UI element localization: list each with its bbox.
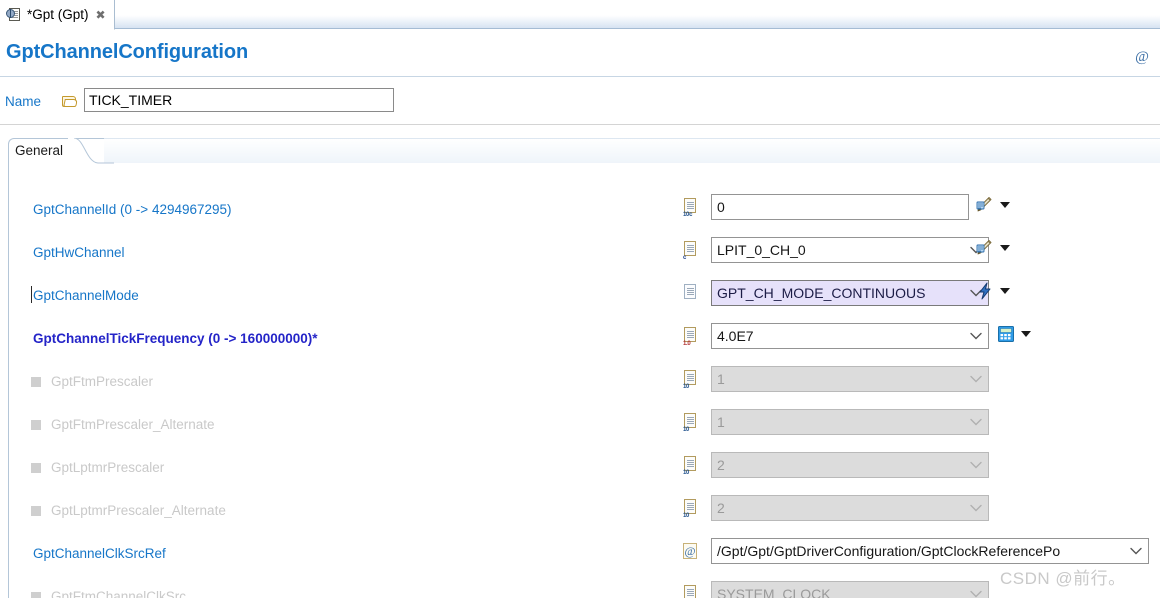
tab-general-label: General <box>15 143 63 158</box>
disabled-marker-icon <box>31 592 41 598</box>
property-value: 2 <box>712 457 964 473</box>
doc-integer-icon: 10 <box>682 499 699 518</box>
property-value: 1 <box>712 371 964 387</box>
doc-integer-icon: 10 <box>682 413 699 432</box>
property-value: /Gpt/Gpt/GptDriverConfiguration/GptClock… <box>712 543 1124 559</box>
property-field: 1 <box>711 366 989 392</box>
editor-tabbar: *Gpt (Gpt) ✖ <box>0 0 1160 30</box>
name-row: Name <box>0 86 1160 124</box>
doc-integer-icon: 10 <box>682 370 699 389</box>
property-row: GptHwChannel c LPIT_0_CH_0 <box>9 232 1160 275</box>
dropdown-arrow-icon[interactable] <box>1000 245 1010 251</box>
row-action-group <box>997 325 1037 345</box>
doc-integer-icon: 10 <box>682 585 699 598</box>
chevron-down-icon <box>964 410 988 434</box>
property-label: GptFtmPrescaler <box>51 373 153 391</box>
property-value: GPT_CH_MODE_CONTINUOUS <box>712 285 964 301</box>
doc-reference-icon: @ <box>682 542 699 561</box>
chevron-down-icon[interactable] <box>964 324 988 348</box>
property-field[interactable]: LPIT_0_CH_0 <box>711 237 989 263</box>
chevron-down-icon[interactable] <box>1124 539 1148 563</box>
property-field[interactable]: 0 <box>711 194 969 220</box>
chevron-down-icon <box>964 496 988 520</box>
property-label[interactable]: GptHwChannel <box>33 244 125 262</box>
chevron-down-icon <box>964 453 988 477</box>
property-row: GptChannelMode GPT_CH_MODE_CONTINUOUS <box>9 275 1160 318</box>
property-value: LPIT_0_CH_0 <box>712 242 964 258</box>
pencil-wand-icon[interactable] <box>976 196 996 215</box>
property-label[interactable]: GptChannelClkSrcRef <box>33 545 166 563</box>
name-label: Name <box>5 94 41 109</box>
property-field: SYSTEM_CLOCK <box>711 581 989 598</box>
property-row: GptChannelId (0 -> 4294967295) 10c 0 <box>9 189 1160 232</box>
property-label[interactable]: GptChannelMode <box>33 287 139 305</box>
property-label: GptFtmChannelClkSrc <box>51 588 186 598</box>
property-row: GptFtmChannelClkSrc 10 SYSTEM_CLOCK <box>9 576 1160 598</box>
property-value: 0 <box>712 199 968 215</box>
disabled-marker-icon <box>31 377 41 387</box>
close-icon[interactable]: ✖ <box>96 9 106 21</box>
name-input[interactable] <box>84 88 394 112</box>
tab-general-slope <box>68 138 114 164</box>
disabled-marker-icon <box>31 506 41 516</box>
folder-icon[interactable] <box>62 95 78 108</box>
dropdown-arrow-icon[interactable] <box>1000 288 1010 294</box>
doc-integer-icon: 10 <box>682 456 699 475</box>
section-body: GptChannelId (0 -> 4294967295)10c0GptHwC… <box>8 163 1160 598</box>
property-field: 2 <box>711 452 989 478</box>
header-divider <box>0 76 1160 77</box>
property-label: GptLptmrPrescaler_Alternate <box>51 502 226 520</box>
chevron-down-icon <box>964 367 988 391</box>
chevron-down-icon <box>964 582 988 598</box>
disabled-marker-icon <box>31 420 41 430</box>
gpt-editor-icon <box>6 7 22 23</box>
tabbar-background <box>0 0 1160 29</box>
calculator-icon[interactable] <box>997 325 1017 344</box>
editor-tab-label: *Gpt (Gpt) <box>27 7 89 22</box>
property-row: GptChannelClkSrcRef @ /Gpt/Gpt/GptDriverCo… <box>9 533 1160 576</box>
property-value: SYSTEM_CLOCK <box>712 586 964 598</box>
eclipse-form-editor: *Gpt (Gpt) ✖ GptChannelConfiguration @ N… <box>0 0 1160 598</box>
property-field: 1 <box>711 409 989 435</box>
property-value: 4.0E7 <box>712 328 964 344</box>
pencil-wand-icon[interactable] <box>976 239 996 258</box>
name-row-divider <box>0 124 1160 125</box>
row-action-group <box>976 239 1016 259</box>
page-title: GptChannelConfiguration <box>6 41 248 64</box>
doc-integer-icon: 10c <box>682 198 699 217</box>
property-value: 2 <box>712 500 964 516</box>
dropdown-arrow-icon[interactable] <box>1000 202 1010 208</box>
property-label[interactable]: GptChannelId (0 -> 4294967295) <box>33 201 232 219</box>
property-field[interactable]: 4.0E7 <box>711 323 989 349</box>
general-section: General GptChannelId (0 -> 4294967295)10… <box>8 138 1160 598</box>
doc-float-icon: 1.0 <box>682 327 699 346</box>
property-row: GptChannelTickFrequency (0 -> 160000000)… <box>9 318 1160 361</box>
property-field[interactable]: GPT_CH_MODE_CONTINUOUS <box>711 280 989 306</box>
property-label: GptFtmPrescaler_Alternate <box>51 416 215 434</box>
property-rows: GptChannelId (0 -> 4294967295)10c0GptHwC… <box>9 189 1160 598</box>
section-tabstrip-background <box>104 138 1160 164</box>
form-header: GptChannelConfiguration <box>0 30 1160 76</box>
property-label[interactable]: GptChannelTickFrequency (0 -> 160000000)… <box>33 330 318 348</box>
property-value: 1 <box>712 414 964 430</box>
property-label: GptLptmrPrescaler <box>51 459 164 477</box>
at-reference-icon[interactable]: @ <box>1134 50 1150 66</box>
row-action-group <box>976 196 1016 216</box>
disabled-marker-icon <box>31 463 41 473</box>
row-action-group <box>976 282 1016 302</box>
watermark: CSDN @前行。 <box>1000 564 1126 589</box>
dropdown-arrow-icon[interactable] <box>1021 331 1031 337</box>
property-row: GptFtmPrescaler_Alternate 10 1 <box>9 404 1160 447</box>
editor-tab-gpt[interactable]: *Gpt (Gpt) ✖ <box>0 0 115 30</box>
doc-string-icon: c <box>682 241 699 260</box>
property-row: GptLptmrPrescaler 10 2 <box>9 447 1160 490</box>
blue-lightning-icon[interactable] <box>976 282 996 301</box>
text-caret <box>31 286 32 303</box>
property-row: GptFtmPrescaler 10 1 <box>9 361 1160 404</box>
property-row: GptLptmrPrescaler_Alternate 10 2 <box>9 490 1160 533</box>
property-field[interactable]: /Gpt/Gpt/GptDriverConfiguration/GptClock… <box>711 538 1149 564</box>
doc-plain-icon <box>682 284 699 303</box>
property-field: 2 <box>711 495 989 521</box>
